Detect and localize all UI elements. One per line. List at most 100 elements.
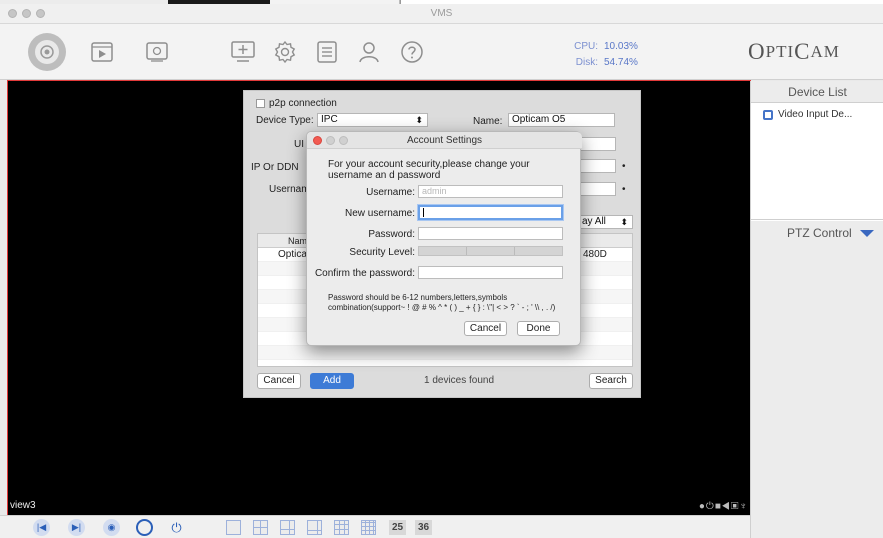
new-username-label: New username:: [344, 208, 415, 219]
playback-button[interactable]: [85, 35, 119, 69]
triangle-down-icon: [860, 230, 874, 237]
close-dialog-button[interactable]: [313, 136, 322, 145]
power-icon: ⏻: [171, 519, 182, 535]
updown-chevron-icon: ⬍: [415, 115, 423, 125]
security-level-meter: [418, 246, 563, 256]
layout-9-button[interactable]: [334, 520, 349, 535]
confirm-password-input[interactable]: [418, 266, 563, 279]
settings-button[interactable]: [268, 35, 302, 69]
p2p-checkbox[interactable]: [256, 99, 265, 108]
password-label: Password:: [368, 229, 415, 240]
record-monitor-icon: [146, 42, 168, 62]
disk-value: 54.74%: [604, 57, 638, 68]
vms-app-window: VMS CPU: 10.03% Disk: 54.74% O PTI C AM …: [0, 4, 883, 538]
view-label: view3: [10, 500, 36, 511]
name-label: Name:: [473, 116, 503, 127]
search-button[interactable]: Search: [589, 373, 633, 389]
snapshot-icon: ▣: [730, 501, 740, 512]
next-button[interactable]: ▶|: [68, 519, 85, 536]
video-overlay-controls[interactable]: ●⏻■◀▣♆: [699, 501, 748, 512]
zoom-dialog-button: [339, 136, 348, 145]
disk-label: Disk:: [575, 57, 598, 68]
user-icon: [359, 42, 379, 63]
layout-36-button[interactable]: 36: [415, 520, 432, 535]
new-username-input[interactable]: [418, 205, 563, 220]
uid-input[interactable]: [578, 137, 616, 151]
username-label: Usernam: [269, 184, 310, 195]
cpu-label: CPU:: [574, 41, 598, 52]
audio-icon: ◀: [721, 501, 731, 512]
current-username-field: admin: [418, 185, 563, 198]
confirm-password-label: Confirm the password:: [314, 268, 415, 279]
layout-4-button[interactable]: [253, 520, 268, 535]
uid-label: UI: [294, 139, 304, 150]
log-button[interactable]: [310, 35, 344, 69]
camera-device-icon: [763, 109, 773, 120]
power-icon: ⏻: [705, 501, 715, 512]
record-icon: ■: [714, 501, 722, 512]
power-button[interactable]: ⏻: [168, 519, 185, 536]
table-row: [258, 346, 632, 360]
username-label: Username:: [366, 187, 415, 198]
updown-chevron-icon: ⬍: [620, 217, 628, 227]
microphone-icon: ♆: [739, 501, 748, 512]
device-list-header: Device List: [751, 81, 883, 103]
name-input[interactable]: Opticam O5: [508, 113, 615, 127]
device-list-item-label: Video Input De...: [778, 109, 853, 120]
ip-label: IP Or DDN: [251, 162, 299, 173]
help-button[interactable]: [395, 35, 429, 69]
required-marker: •: [622, 184, 626, 195]
list-document-icon: [317, 41, 337, 63]
account-settings-title: Account Settings: [307, 132, 582, 149]
layout-6-button[interactable]: [280, 520, 295, 535]
layout-25-button[interactable]: 25: [389, 520, 406, 535]
expand-icon: ◉: [107, 522, 116, 532]
layout-16-button[interactable]: [361, 520, 376, 535]
gear-icon: [274, 40, 296, 64]
password-hint: Password should be 6-12 numbers,letters,…: [328, 293, 556, 312]
ip-input[interactable]: [578, 159, 616, 173]
device-list-item[interactable]: Video Input De...: [763, 109, 852, 120]
device-type-select[interactable]: IPC ⬍: [317, 113, 428, 127]
password-input[interactable]: [418, 227, 563, 240]
layout-1-button[interactable]: [226, 520, 241, 535]
recording-button[interactable]: [140, 35, 174, 69]
window-title: VMS: [430, 8, 453, 19]
user-management-button[interactable]: [352, 35, 386, 69]
title-bar: VMS: [0, 4, 883, 24]
account-done-button[interactable]: Done: [517, 321, 560, 336]
previous-button[interactable]: |◀: [33, 519, 50, 536]
device-username-input[interactable]: [578, 182, 616, 196]
security-level-label: Security Level:: [349, 247, 415, 258]
minimize-dialog-button: [326, 136, 335, 145]
device-type-label: Device Type:: [256, 115, 314, 126]
ptz-control-header[interactable]: PTZ Control: [751, 219, 883, 245]
device-list-panel: Video Input De...: [751, 103, 883, 221]
film-play-icon: [91, 42, 113, 62]
text-cursor: [423, 208, 424, 218]
add-dialog-cancel-button[interactable]: Cancel: [257, 373, 301, 389]
account-cancel-button[interactable]: Cancel: [464, 321, 507, 336]
status-dot-icon: ●: [698, 501, 706, 512]
main-toolbar: CPU: 10.03% Disk: 54.74% O PTI C AM: [0, 24, 883, 80]
required-marker: •: [622, 161, 626, 172]
skip-forward-icon: ▶|: [71, 522, 82, 532]
live-view-button[interactable]: [28, 33, 66, 71]
cpu-value: 10.03%: [604, 41, 638, 52]
security-message: For your account security,please change …: [328, 159, 530, 181]
display-filter-select[interactable]: ay All ⬍: [578, 215, 633, 229]
layout-8-button[interactable]: [307, 520, 322, 535]
add-device-button[interactable]: [226, 35, 260, 69]
p2p-label: p2p connection: [269, 98, 337, 109]
refresh-button[interactable]: [136, 519, 153, 536]
skip-back-icon: |◀: [36, 522, 47, 532]
add-dialog-add-button[interactable]: Add: [310, 373, 354, 389]
account-settings-dialog: Account Settings For your account securi…: [306, 131, 582, 346]
bottom-control-bar: |◀ ▶| ◉ ⏻ 25 36: [0, 515, 750, 538]
add-monitor-icon: [231, 41, 255, 62]
opticam-logo: O PTI C AM: [748, 39, 840, 64]
right-sidebar: Device List Video Input De... PTZ Contro…: [750, 81, 883, 538]
devices-found-text: 1 devices found: [424, 375, 495, 386]
fullscreen-button[interactable]: ◉: [103, 519, 120, 536]
question-circle-icon: [401, 41, 423, 63]
